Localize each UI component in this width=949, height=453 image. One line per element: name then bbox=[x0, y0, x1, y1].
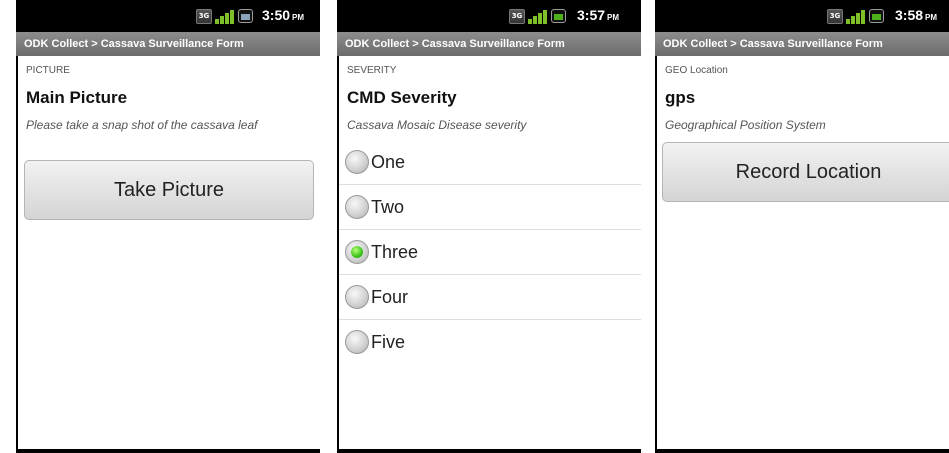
group-label: PICTURE bbox=[26, 65, 70, 76]
radio-label: Three bbox=[371, 241, 419, 262]
radio-option-two[interactable]: Two bbox=[339, 185, 641, 230]
status-bar: 3G 3:58 PM bbox=[655, 0, 949, 32]
radio-option-four[interactable]: Four bbox=[339, 275, 641, 320]
radio-label: Four bbox=[371, 286, 409, 307]
phone-screen-severity: 3G 3:57 PM ODK Collect > Cassava Surveill… bbox=[337, 0, 641, 453]
3g-icon: 3G bbox=[196, 8, 212, 24]
form-content: SEVERITY CMD Severity Cassava Mosaic Dis… bbox=[339, 56, 641, 449]
group-label: GEO Location bbox=[665, 65, 728, 76]
radio-label: Five bbox=[371, 331, 406, 352]
question-title: gps bbox=[665, 88, 696, 107]
battery-icon bbox=[238, 9, 253, 23]
take-picture-button[interactable]: Take Picture bbox=[24, 160, 314, 220]
signal-icon bbox=[846, 9, 866, 24]
title-bar: ODK Collect > Cassava Surveillance Form bbox=[337, 32, 641, 56]
radio-option-one[interactable]: One bbox=[339, 140, 641, 185]
radio-button[interactable] bbox=[345, 330, 369, 354]
question-title: CMD Severity bbox=[347, 88, 457, 107]
record-location-button[interactable]: Record Location bbox=[662, 142, 949, 202]
radio-button[interactable] bbox=[345, 195, 369, 219]
radio-label: Two bbox=[371, 196, 405, 217]
question-hint: Geographical Position System bbox=[665, 118, 826, 132]
3g-icon: 3G bbox=[827, 8, 843, 24]
radio-option-five[interactable]: Five bbox=[339, 320, 641, 364]
radio-option-three[interactable]: Three bbox=[339, 230, 641, 275]
title-bar: ODK Collect > Cassava Surveillance Form bbox=[655, 32, 949, 56]
title-bar: ODK Collect > Cassava Surveillance Form bbox=[16, 32, 320, 56]
radio-button[interactable] bbox=[345, 285, 369, 309]
battery-icon bbox=[869, 9, 884, 23]
status-bar: 3G 3:57 PM bbox=[337, 0, 641, 32]
form-content: PICTURE Main Picture Please take a snap … bbox=[18, 56, 320, 449]
3g-icon: 3G bbox=[509, 8, 525, 24]
question-hint: Cassava Mosaic Disease severity bbox=[347, 118, 527, 132]
radio-button[interactable] bbox=[345, 150, 369, 174]
form-content: GEO Location gps Geographical Position S… bbox=[657, 56, 949, 449]
radio-label: One bbox=[371, 151, 406, 172]
group-label: SEVERITY bbox=[347, 65, 397, 76]
signal-icon bbox=[215, 9, 235, 24]
status-clock: 3:58 PM bbox=[895, 7, 938, 23]
status-clock: 3:57 PM bbox=[577, 7, 620, 23]
signal-icon bbox=[528, 9, 548, 24]
battery-icon bbox=[551, 9, 566, 23]
question-title: Main Picture bbox=[26, 88, 128, 107]
status-clock: 3:50 PM bbox=[262, 7, 305, 23]
question-hint: Please take a snap shot of the cassava l… bbox=[26, 118, 258, 132]
phone-screen-geo-location: 3G 3:58 PM ODK Collect > Cassava Surveill… bbox=[655, 0, 949, 453]
radio-button-selected[interactable] bbox=[345, 240, 369, 264]
status-bar: 3G 3:50 PM bbox=[16, 0, 320, 32]
phone-screen-picture: 3G 3:50 PM ODK Collect > Cassava Surveill… bbox=[16, 0, 320, 453]
